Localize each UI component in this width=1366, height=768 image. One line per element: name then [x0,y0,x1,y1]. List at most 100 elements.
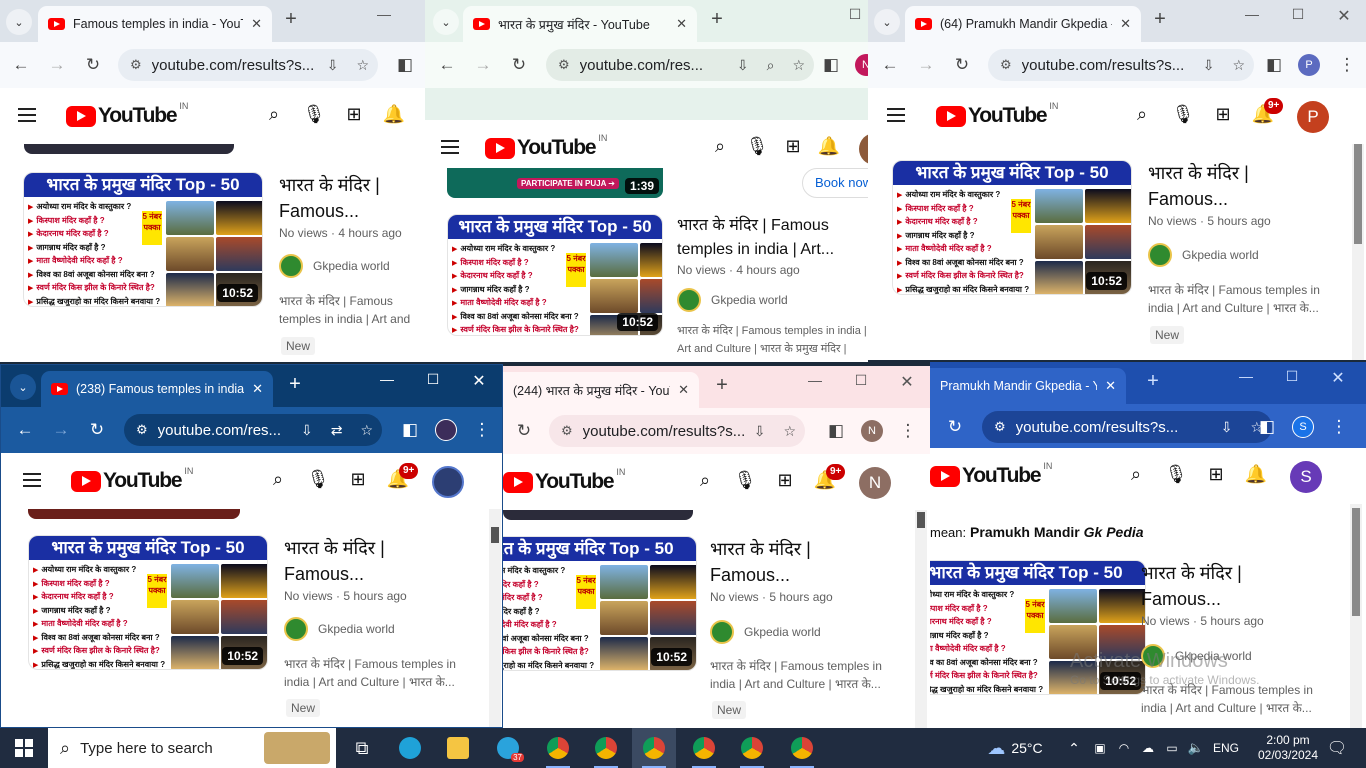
did-you-mean-suggestion[interactable]: Pramukh Mandir [970,524,1080,540]
chrome-taskbar-button-2[interactable] [584,728,628,768]
search-icon[interactable]: ⌕ [262,104,286,125]
back-button[interactable]: ← [877,52,903,78]
address-bar[interactable]: ⚙ youtube.com/res... ⇩ ⇄ ☆ [124,414,382,446]
forward-button[interactable]: → [48,417,74,443]
reload-button[interactable]: ↻ [949,52,975,78]
minimize-button[interactable]: — [364,6,404,22]
microphone-icon[interactable]: 🎙 [745,136,769,157]
close-tab-icon[interactable]: ✕ [1105,378,1116,394]
profile-avatar[interactable]: P [1298,54,1320,76]
active-tab[interactable]: Pramukh Mandir Gkpedia - You ✕ [930,368,1126,404]
bookmark-star-icon[interactable]: ☆ [1232,57,1245,74]
more-menu-icon[interactable]: ⋮ [1326,414,1352,440]
site-info-icon[interactable]: ⚙ [558,57,570,73]
side-panel-icon[interactable]: ◧ [818,52,844,78]
channel-avatar[interactable] [1148,243,1172,267]
zoom-icon[interactable]: ⌕ [767,57,775,74]
user-avatar[interactable]: N [859,467,891,499]
channel-avatar[interactable] [710,620,734,644]
microphone-icon[interactable]: 🎙 [302,104,326,125]
microphone-icon[interactable]: 🎙 [733,470,757,491]
new-tab-button[interactable]: + [278,8,304,31]
create-video-icon[interactable]: ⊞ [342,104,366,125]
telegram-taskbar-button[interactable]: 37 [486,728,530,768]
user-avatar[interactable] [432,466,464,498]
notifications-bell-icon[interactable]: 🔔 [382,104,406,125]
video-title[interactable]: भारत के मंदिर | Famous... [284,535,424,587]
reload-button[interactable]: ↻ [511,418,537,444]
notifications-bell-icon[interactable]: 🔔 [817,136,841,157]
menu-icon[interactable] [23,473,41,487]
tray-device-icon[interactable]: ▣ [1090,728,1110,768]
install-icon[interactable]: ⇩ [1221,419,1233,436]
maximize-button[interactable]: ☐ [841,372,881,389]
new-tab-button[interactable]: + [709,374,735,397]
microphone-icon[interactable]: 🎙 [1164,464,1188,485]
address-bar[interactable]: ⚙ youtube.com/results?s... ⇩ ☆ [549,415,805,447]
more-menu-icon[interactable]: ⋮ [895,418,921,444]
reload-button[interactable]: ↻ [942,414,968,440]
maximize-button[interactable]: ☐ [1278,6,1318,23]
close-tab-icon[interactable]: ✕ [251,16,262,32]
scrollbar[interactable] [489,509,501,727]
did-you-mean-suggestion-italic[interactable]: Gk Pedia [1084,524,1144,540]
back-button[interactable]: ← [12,417,38,443]
scrollbar[interactable] [1350,504,1362,728]
channel-avatar[interactable] [284,617,308,641]
address-bar[interactable]: ⚙ youtube.com/results?s... ⇩ ☆ [118,49,378,81]
show-hidden-icons-button[interactable]: ⌃ [1064,728,1084,768]
youtube-logo[interactable]: YouTube IN [71,466,193,493]
close-tab-icon[interactable]: ✕ [1120,16,1131,32]
site-info-icon[interactable]: ⚙ [1000,57,1012,73]
chrome-taskbar-button-5[interactable] [730,728,774,768]
reload-button[interactable]: ↻ [80,52,106,78]
channel-link[interactable]: Gkpedia world [710,620,821,644]
site-info-icon[interactable]: ⚙ [130,57,142,73]
reload-button[interactable]: ↻ [84,417,110,443]
user-avatar[interactable]: S [1290,461,1322,493]
profile-avatar[interactable]: S [1292,416,1314,438]
close-tab-icon[interactable]: ✕ [678,382,689,398]
search-icon[interactable]: ⌕ [266,469,290,490]
create-video-icon[interactable]: ⊞ [346,469,370,490]
clock[interactable]: 2:00 pm 02/03/2024 [1250,728,1326,768]
side-panel-icon[interactable]: ◧ [1254,414,1280,440]
bookmark-star-icon[interactable]: ☆ [792,57,805,74]
book-now-button[interactable]: Book now [802,168,868,198]
channel-link[interactable]: Gkpedia world [284,617,395,641]
youtube-logo[interactable]: YouTube IN [485,133,607,160]
close-window-button[interactable]: ✕ [459,371,499,391]
video-title[interactable]: भारत के मंदिर | Famous... [279,172,419,224]
youtube-logo[interactable]: YouTube IN [930,461,1052,488]
task-view-button[interactable]: ⧉ [340,728,384,768]
microphone-icon[interactable]: 🎙 [306,469,330,490]
video-title[interactable]: भारत के मंदिर | Famous... [1148,160,1308,212]
active-tab[interactable]: (244) भारत के प्रमुख मंदिर - YouTu ✕ [503,372,699,408]
forward-button[interactable]: → [44,52,70,78]
minimize-button[interactable]: — [1226,368,1266,384]
side-panel-icon[interactable]: ◧ [823,418,849,444]
user-avatar[interactable] [859,133,868,165]
translate-icon[interactable]: ⇄ [331,422,343,439]
install-icon[interactable]: ⇩ [327,57,339,74]
address-bar[interactable]: ⚙ youtube.com/results?s... ⇩ ☆ [982,411,1272,443]
address-bar[interactable]: ⚙ youtube.com/results?s... ⇩ ☆ [988,49,1254,81]
minimize-button[interactable]: — [367,371,407,387]
menu-icon[interactable] [887,108,905,122]
chrome-taskbar-button-4[interactable] [682,728,726,768]
chrome-taskbar-button-3[interactable] [632,728,676,768]
onedrive-icon[interactable]: ☁ [1138,728,1158,768]
more-menu-icon[interactable]: ⋮ [1334,52,1360,78]
side-panel-icon[interactable]: ◧ [392,52,418,78]
volume-icon[interactable]: 🔈 [1186,728,1206,768]
site-info-icon[interactable]: ⚙ [136,422,148,438]
video-thumbnail[interactable]: भारत के प्रमुख मंदिर Top - 50अयोध्या राम… [892,160,1132,295]
profile-avatar[interactable] [435,419,457,441]
tab-search-button[interactable]: ⌄ [6,9,32,35]
install-icon[interactable]: ⇩ [754,423,766,440]
input-language-indicator[interactable]: ENG [1208,728,1244,768]
close-window-button[interactable]: ✕ [1324,6,1364,26]
file-explorer-taskbar-button[interactable] [436,728,480,768]
video-thumbnail[interactable]: भारत के प्रमुख मंदिर Top - 50अयोध्या राम… [28,535,268,670]
video-thumbnail[interactable]: भारत के प्रमुख मंदिर Top - 50अयोध्या राम… [503,536,697,671]
